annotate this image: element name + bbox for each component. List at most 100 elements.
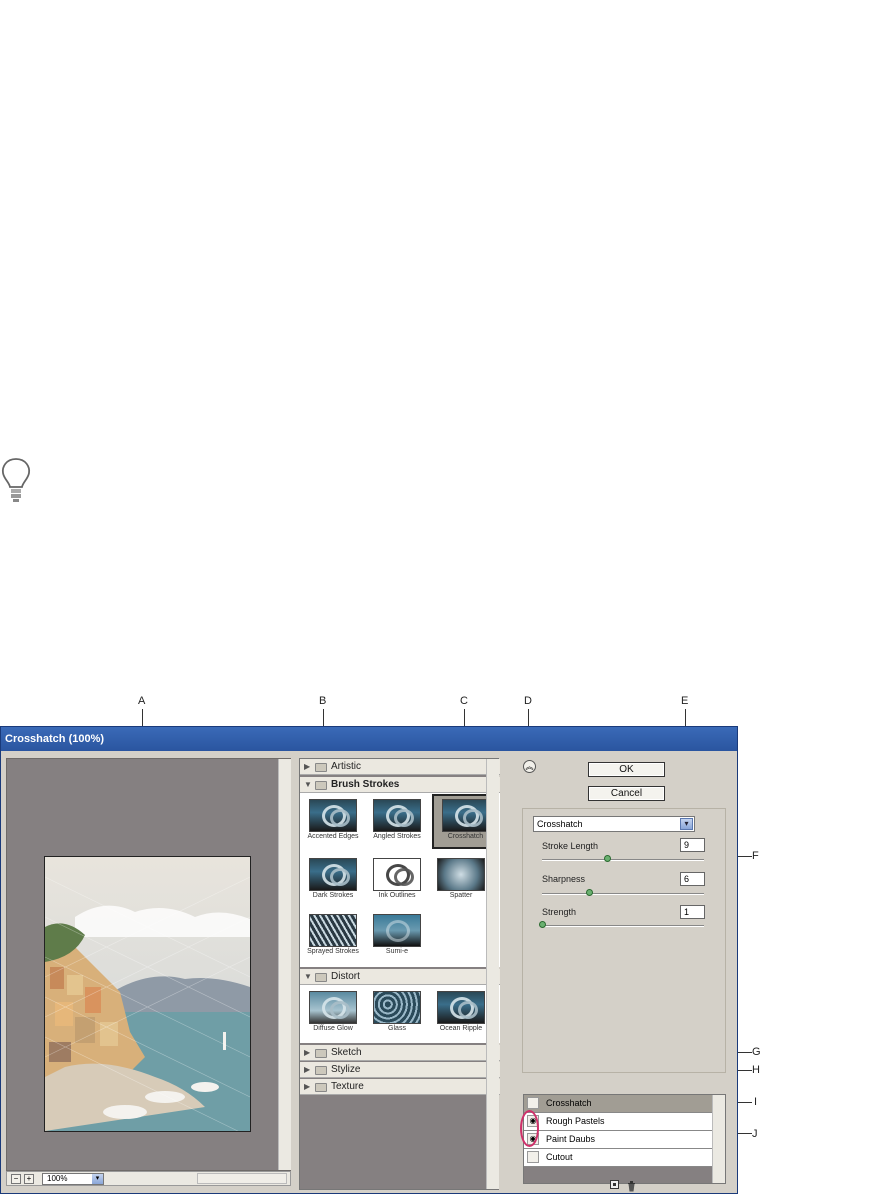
- cancel-button[interactable]: Cancel: [588, 786, 665, 801]
- layers-scrollbar[interactable]: [712, 1095, 725, 1183]
- effect-layer-cutout[interactable]: Cutout: [524, 1149, 712, 1167]
- filter-thumb-angled-strokes[interactable]: Angled Strokes: [368, 796, 426, 848]
- zoom-value: 100%: [47, 1174, 68, 1183]
- callout-f: F: [752, 850, 759, 862]
- preview-scrollbar[interactable]: [278, 759, 291, 1170]
- filter-label: Ocean Ripple: [439, 1025, 483, 1032]
- category-label: Brush Strokes: [331, 779, 400, 790]
- zoom-in-button[interactable]: +: [24, 1174, 34, 1184]
- param-label-strength: Strength: [542, 907, 577, 917]
- effect-layer-crosshatch[interactable]: Crosshatch: [524, 1095, 712, 1113]
- window-title: Crosshatch (100%): [1, 727, 737, 751]
- callout-e: E: [681, 695, 689, 707]
- category-texture[interactable]: ▶ Texture: [300, 1079, 500, 1095]
- callout-h: H: [752, 1064, 760, 1076]
- collapse-gallery-button[interactable]: ︽: [523, 760, 536, 773]
- category-label: Distort: [331, 971, 360, 982]
- category-artistic[interactable]: ▶ Artistic: [300, 759, 500, 775]
- category-stylize[interactable]: ▶ Stylize: [300, 1062, 500, 1078]
- strength-slider-thumb[interactable]: [539, 921, 546, 928]
- new-layer-icon: [613, 1183, 616, 1186]
- filter-thumbnail: [309, 914, 357, 947]
- filter-menu-value: Crosshatch: [537, 819, 583, 829]
- chevron-down-icon: ▾: [680, 818, 693, 830]
- effect-layer-paint-daubs[interactable]: ◉ Paint Daubs: [524, 1131, 712, 1149]
- chevron-down-icon: ▾: [92, 1174, 103, 1184]
- folder-icon: [315, 1049, 327, 1058]
- callout-d: D: [524, 695, 532, 707]
- filter-thumb-sprayed-strokes[interactable]: Sprayed Strokes: [304, 911, 362, 963]
- layer-name: Rough Pastels: [546, 1116, 605, 1126]
- filter-label: Angled Strokes: [373, 833, 421, 840]
- filter-thumb-dark-strokes[interactable]: Dark Strokes: [304, 855, 362, 907]
- visibility-toggle[interactable]: [527, 1097, 539, 1109]
- strength-input[interactable]: 1: [680, 905, 705, 919]
- filter-thumbnail: [442, 799, 490, 832]
- filter-label: Spatter: [449, 892, 473, 899]
- filter-thumb-ink-outlines[interactable]: Ink Outlines: [368, 855, 426, 907]
- delete-effect-layer-button[interactable]: [627, 1179, 636, 1192]
- effect-layers-panel: Crosshatch ◉ Rough Pastels ◉ Paint Daubs…: [523, 1094, 726, 1184]
- filter-thumbnail: [373, 858, 421, 891]
- brush-strokes-thumbnails: Accented Edges Angled Strokes Crosshatch…: [300, 793, 500, 967]
- filter-thumbnail: [309, 858, 357, 891]
- param-label-stroke-length: Stroke Length: [542, 841, 599, 851]
- filter-thumbnail: [309, 799, 357, 832]
- eye-highlight-ellipse: [520, 1110, 539, 1147]
- zoom-out-button[interactable]: −: [11, 1174, 21, 1184]
- filter-thumbnail: [373, 914, 421, 947]
- category-brush-strokes[interactable]: ▼ Brush Strokes: [300, 777, 500, 793]
- sharpness-slider-thumb[interactable]: [585, 889, 593, 896]
- collapse-chevrons-icon: ︽: [525, 762, 534, 771]
- category-label: Texture: [331, 1081, 364, 1092]
- ok-button[interactable]: OK: [588, 762, 665, 777]
- filter-thumb-sumi-e[interactable]: Sumi-e: [368, 911, 426, 963]
- sharpness-slider-track[interactable]: [542, 893, 704, 895]
- zoom-select[interactable]: 100% ▾: [42, 1173, 104, 1185]
- visibility-toggle[interactable]: [527, 1151, 539, 1163]
- filter-thumbnail: [437, 858, 485, 891]
- folder-icon: [315, 1066, 327, 1075]
- callout-g: G: [752, 1046, 761, 1058]
- lightbulb-icon: [1, 458, 31, 502]
- filter-label: Ink Outlines: [378, 892, 416, 899]
- category-distort[interactable]: ▼ Distort: [300, 969, 500, 985]
- folder-icon: [315, 763, 327, 772]
- gallery-scrollbar[interactable]: [486, 759, 499, 1189]
- filter-thumbnail: [309, 991, 357, 1024]
- stroke-length-input[interactable]: 9: [680, 838, 705, 852]
- preview-pane[interactable]: [6, 758, 291, 1171]
- filter-label: Glass: [388, 1025, 406, 1032]
- trash-icon: [628, 1181, 635, 1192]
- folder-icon: [315, 973, 327, 982]
- horizontal-scrollbar[interactable]: [197, 1173, 287, 1184]
- zoom-bar: − + 100% ▾: [6, 1171, 291, 1186]
- stroke-length-slider-track[interactable]: [542, 859, 704, 861]
- filter-thumb-glass[interactable]: Glass: [368, 988, 426, 1040]
- category-sketch[interactable]: ▶ Sketch: [300, 1045, 500, 1061]
- filter-label: Accented Edges: [307, 833, 359, 840]
- sharpness-input[interactable]: 6: [680, 872, 705, 886]
- callout-i: I: [754, 1096, 758, 1108]
- layer-name: Paint Daubs: [546, 1134, 596, 1144]
- category-label: Artistic: [331, 761, 361, 772]
- distort-thumbnails: Diffuse Glow Glass Ocean Ripple: [300, 985, 500, 1043]
- callout-c: C: [460, 695, 468, 707]
- filter-thumb-accented-edges[interactable]: Accented Edges: [304, 796, 362, 848]
- new-effect-layer-button[interactable]: [610, 1180, 619, 1189]
- category-label: Stylize: [331, 1064, 361, 1075]
- filter-thumb-diffuse-glow[interactable]: Diffuse Glow: [304, 988, 362, 1040]
- strength-slider-track[interactable]: [542, 925, 704, 927]
- filter-label: Diffuse Glow: [313, 1025, 353, 1032]
- filter-menu[interactable]: Crosshatch ▾: [533, 816, 695, 832]
- filter-thumbnail: [373, 991, 421, 1024]
- filter-thumbnail: [437, 991, 485, 1024]
- callout-j: J: [752, 1128, 758, 1140]
- layer-name: Cutout: [546, 1152, 573, 1162]
- effect-layer-rough-pastels[interactable]: ◉ Rough Pastels: [524, 1113, 712, 1131]
- filter-thumb-ocean-ripple[interactable]: Ocean Ripple: [432, 988, 490, 1040]
- filter-gallery-dialog: Crosshatch (100%) − + 100% ▾ ▶ Artistic …: [0, 726, 738, 1194]
- filter-thumb-spatter[interactable]: Spatter: [432, 855, 490, 907]
- param-label-sharpness: Sharpness: [542, 874, 586, 884]
- plus-icon: +: [26, 1174, 32, 1183]
